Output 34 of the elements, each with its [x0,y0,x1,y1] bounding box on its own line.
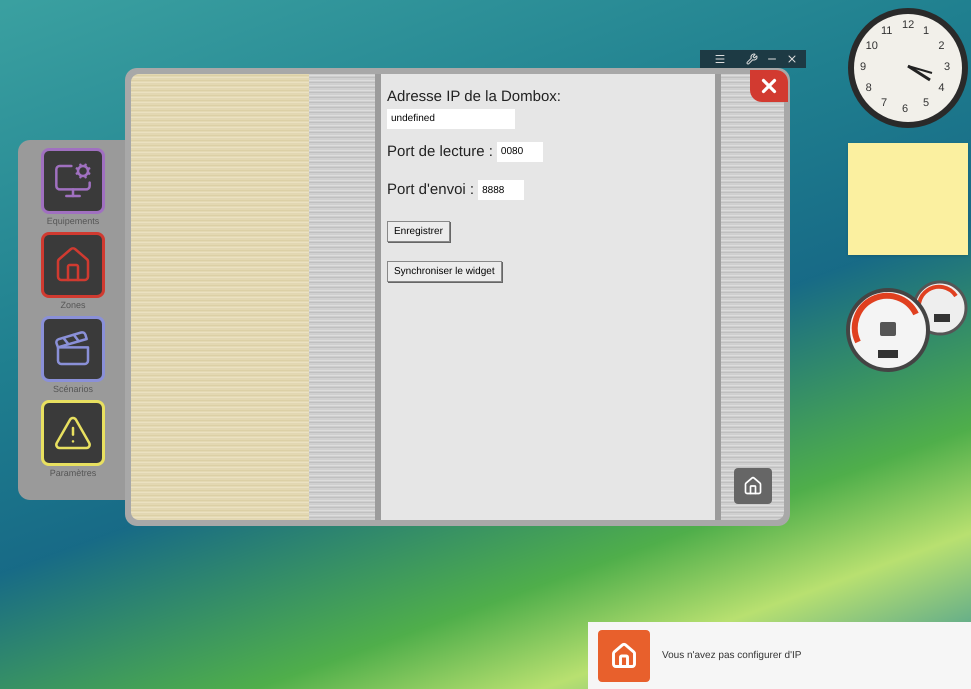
home-icon [610,642,638,670]
close-icon[interactable] [786,53,798,65]
dock-label: Equipements [46,215,100,228]
menu-icon[interactable] [714,53,726,65]
home-icon [742,476,762,496]
dock-button[interactable] [41,316,105,382]
field-label: Port d'envoi : [387,180,474,200]
clock-numeral: 11 [881,26,892,37]
clock-hands-icon [906,64,934,84]
input-field[interactable]: 0080 [496,142,543,162]
input-field[interactable]: 8888 [478,180,524,200]
input-field[interactable]: undefined [387,108,515,128]
clock-numeral: 10 [866,41,878,52]
form-button[interactable]: Enregistrer [387,220,450,242]
form-button[interactable]: Synchroniser le widget [387,260,502,282]
clock-numeral: 6 [902,104,908,115]
dock-label: Paramètres [50,467,96,480]
clock-numeral: 7 [881,98,888,110]
notification-message: Vous n'avez pas configurer d'IP [662,649,802,663]
field-label: Adresse IP de la Dombox: [387,87,562,107]
clock-numeral: 4 [938,83,944,94]
home-button[interactable] [734,468,772,504]
wrench-icon[interactable] [746,53,758,65]
clock-numeral: 12 [902,20,914,31]
close-button[interactable] [750,70,788,102]
dock-label: Zones [60,299,86,312]
clock-numeral: 1 [923,26,930,37]
field-label: Port de lecture : [387,142,493,162]
clock-numeral: 9 [860,62,866,73]
dock-label: Scénarios [52,383,94,396]
clock-numeral: 5 [923,98,930,110]
clock-numeral: 2 [938,41,944,52]
clock-numeral: 8 [866,83,872,94]
clock-numeral: 3 [944,62,950,73]
